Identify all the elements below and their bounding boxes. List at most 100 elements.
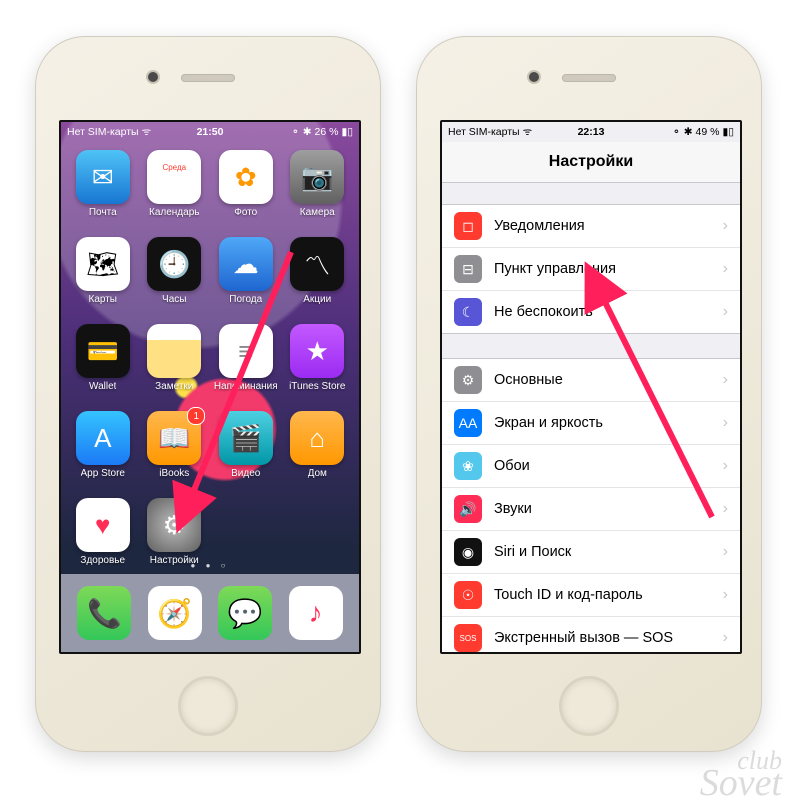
settings-group-1: ◻Уведомления›⊟Пункт управления›☾Не беспо… [442,204,740,334]
control-center-icon: ⊟ [454,255,482,283]
settings-row-do-not-disturb[interactable]: ☾ Не беспокоить › [442,291,740,333]
row-label: Уведомления [494,218,711,234]
page-dots: ● ● ○ [61,561,359,570]
app-photos[interactable]: ✿ Фото [211,150,281,237]
chevron-right-icon: › [723,414,728,432]
row-label: Пункт управления [494,261,711,277]
app-wallet[interactable]: 💳 Wallet [68,324,138,411]
row-label: Не беспокоить [494,304,711,320]
front-camera [148,72,158,82]
dock-phone[interactable]: 📞 [77,586,131,640]
app-camera[interactable]: 📷 Камера [282,150,352,237]
app-maps[interactable]: 🗺 Карты [68,237,138,324]
chevron-right-icon: › [723,586,728,604]
settings-screen: Нет SIM-карты ᯤ 22:13 ⚬ ✱ 49 % ▮▯ Настро… [440,120,742,654]
app-label: Карты [89,294,118,305]
stocks-icon[interactable]: 〽 [290,237,344,291]
touchid-icon: ☉ [454,581,482,609]
app-label: iTunes Store [289,381,345,392]
settings-icon[interactable]: ⚙ [147,498,201,552]
home-button[interactable] [559,676,619,736]
chevron-right-icon: › [723,303,728,321]
app-appstore[interactable]: A App Store [68,411,138,498]
app-label: iBooks [159,468,189,479]
chevron-right-icon: › [723,371,728,389]
appstore-icon[interactable]: A [76,411,130,465]
itunes-icon[interactable]: ★ [290,324,344,378]
photos-icon[interactable]: ✿ [219,150,273,204]
reminders-icon[interactable]: ≡ [219,324,273,378]
app-videos[interactable]: 🎬 Видео [211,411,281,498]
settings-list[interactable]: ◻ Уведомления › ⊟ Пункт управления › ☾ Не беспо… [442,204,740,652]
clock-icon[interactable]: 🕘 [147,237,201,291]
health-icon[interactable]: ♥ [76,498,130,552]
app-notes[interactable]: Заметки [139,324,209,411]
do-not-disturb-icon: ☾ [454,298,482,326]
app-reminders[interactable]: ≡Напоминания [211,324,281,411]
battery-icon: ▮▯ [722,126,734,138]
notifications-icon: ◻ [454,212,482,240]
carrier-label: Нет SIM-карты [67,126,139,138]
row-label: Основные [494,372,711,388]
app-itunes[interactable]: ★ iTunes Store [282,324,352,411]
row-label: Обои [494,458,711,474]
app-label: Видео [231,468,260,479]
settings-row-wallpaper[interactable]: ❀Обои› [442,445,740,488]
dock-safari[interactable]: 🧭 [148,586,202,640]
app-stocks[interactable]: 〽 Акции [282,237,352,324]
settings-row-sos[interactable]: SOSЭкстренный вызов — SOS› [442,617,740,652]
app-label: Wallet [89,381,116,392]
settings-row-touchid[interactable]: ☉Touch ID и код-пароль› [442,574,740,617]
app-label: Фото [234,207,257,218]
app-settings[interactable]: ⚙Настройки [139,498,209,585]
settings-row-notifications[interactable]: ◻Уведомления› [442,205,740,248]
videos-icon[interactable]: 🎬 [219,411,273,465]
app-home[interactable]: ⌂Дом [282,411,352,498]
settings-row-display[interactable]: AAЭкран и яркость› [442,402,740,445]
calendar-date: 4 [168,172,180,194]
app-weather[interactable]: ☁Погода [211,237,281,324]
front-camera [529,72,539,82]
settings-row-control-center[interactable]: ⊟Пункт управления› [442,248,740,291]
wifi-icon: ᯤ [142,125,152,139]
weather-icon[interactable]: ☁ [219,237,273,291]
camera-icon[interactable]: 📷 [290,150,344,204]
dock-messages[interactable]: 💬 [218,586,272,640]
clock: 22:13 [538,126,644,138]
wallet-icon[interactable]: 💳 [76,324,130,378]
app-clock[interactable]: 🕘Часы [139,237,209,324]
row-label: Экстренный вызов — SOS [494,630,711,646]
mail-icon[interactable]: ✉ [76,150,130,204]
settings-row-general[interactable]: ⚙Основные› [442,359,740,402]
dock: 📞 🧭 💬 ♪ [61,574,359,652]
carrier-label: Нет SIM-карты [448,126,520,138]
dock-music[interactable]: ♪ [289,586,343,640]
app-label: Акции [303,294,331,305]
app-label: App Store [81,468,125,479]
home-button[interactable] [178,676,238,736]
app-calendar[interactable]: Среда4 Календарь [139,150,209,237]
battery-label: 26 % [315,126,339,138]
sounds-icon: 🔊 [454,495,482,523]
app-label: Камера [300,207,335,218]
earpiece [562,74,616,82]
calendar-icon[interactable]: Среда4 [147,150,201,204]
app-health[interactable]: ♥Здоровье [68,498,138,585]
nav-title: Настройки [442,142,740,183]
sos-icon: SOS [454,624,482,652]
ibooks-icon[interactable]: 📖1 [147,411,201,465]
app-label: Календарь [149,207,199,218]
maps-icon[interactable]: 🗺 [76,237,130,291]
app-mail[interactable]: ✉Почта [68,150,138,237]
canvas: Нет SIM-карты ᯤ 21:50 ⚬ ✱ 26 % ▮▯ ✉Почта… [0,0,800,811]
status-bar: Нет SIM-карты ᯤ 21:50 ⚬ ✱ 26 % ▮▯ [61,122,359,142]
phone-frame-left: Нет SIM-карты ᯤ 21:50 ⚬ ✱ 26 % ▮▯ ✉Почта… [35,36,381,752]
app-ibooks[interactable]: 📖1 iBooks [139,411,209,498]
earpiece [181,74,235,82]
display-icon: AA [454,409,482,437]
chevron-right-icon: › [723,500,728,518]
notes-icon[interactable] [147,324,201,378]
settings-row-siri[interactable]: ◉Siri и Поиск› [442,531,740,574]
home-icon[interactable]: ⌂ [290,411,344,465]
settings-row-sounds[interactable]: 🔊Звуки› [442,488,740,531]
